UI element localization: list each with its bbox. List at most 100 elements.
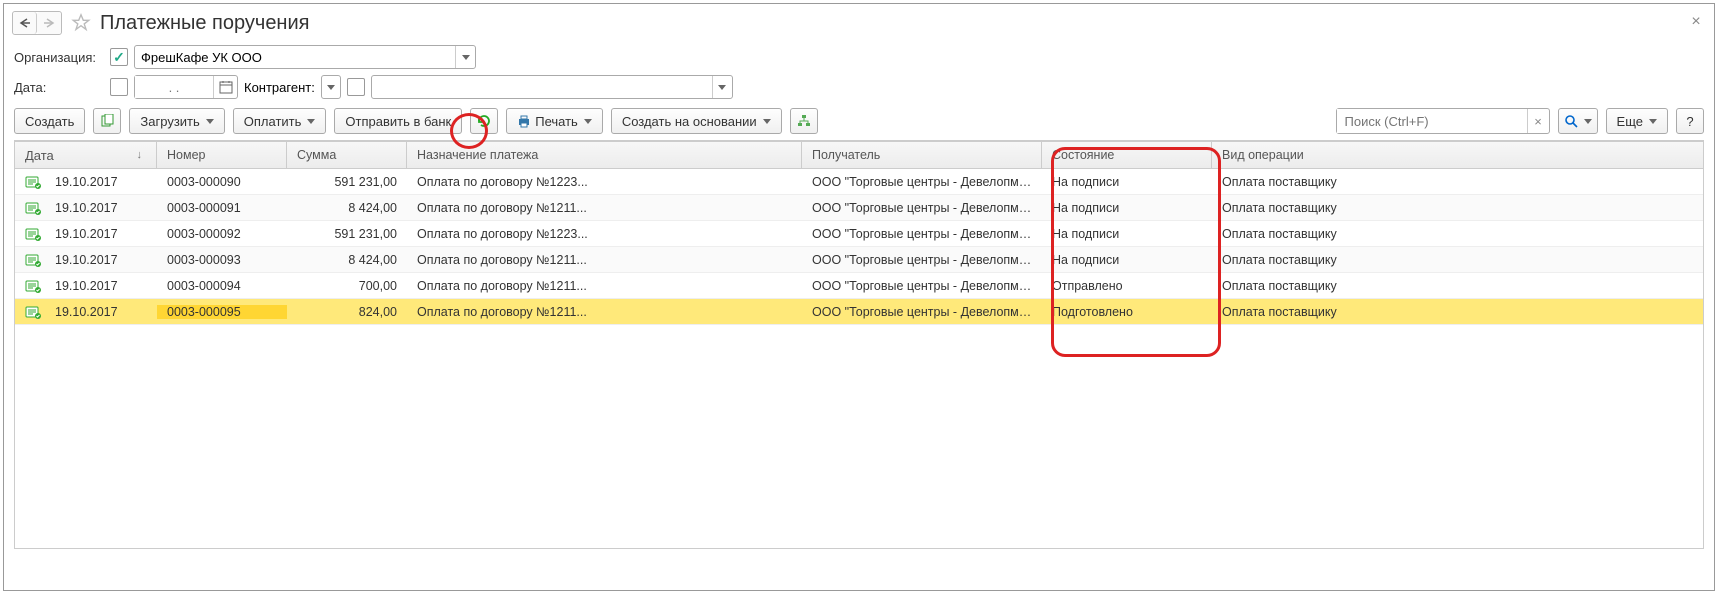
col-date[interactable]: Дата↓ [15, 142, 157, 168]
cell-desc: Оплата по договору №1211... [407, 253, 802, 267]
date-input-wrap [134, 75, 238, 99]
date-checkbox[interactable] [110, 78, 128, 96]
table-row[interactable]: 19.10.20170003-0000918 424,00Оплата по д… [15, 195, 1703, 221]
cell-op: Оплата поставщику [1212, 253, 1703, 267]
cell-state: На подписи [1042, 227, 1212, 241]
table-row[interactable]: 19.10.20170003-000092591 231,00Оплата по… [15, 221, 1703, 247]
create-based-label: Создать на основании [622, 114, 757, 129]
structure-button[interactable] [790, 108, 818, 134]
row-status-icon [15, 201, 45, 215]
print-button[interactable]: Печать [506, 108, 603, 134]
close-button[interactable]: × [1688, 14, 1704, 30]
cell-recv: ООО "Торговые центры - Девелопмент" [802, 279, 1042, 293]
nav-group [12, 11, 62, 35]
grid-header: Дата↓ Номер Сумма Назначение платежа Пол… [14, 141, 1704, 169]
row-status-icon [15, 175, 45, 189]
org-checkbox[interactable] [110, 48, 128, 66]
sort-down-icon: ↓ [137, 149, 143, 161]
cell-sum: 824,00 [287, 305, 407, 319]
org-input[interactable] [135, 46, 455, 68]
window: Платежные поручения × Организация: Дата:… [3, 3, 1715, 591]
create-label: Создать [25, 114, 74, 129]
load-label: Загрузить [140, 114, 199, 129]
search-clear[interactable]: × [1527, 109, 1549, 133]
table-row[interactable]: 19.10.20170003-000095824,00Оплата по дог… [15, 299, 1703, 325]
col-sum[interactable]: Сумма [287, 142, 407, 168]
cell-state: Подготовлено [1042, 305, 1212, 319]
contr-dropdown[interactable] [712, 76, 732, 98]
copy-button[interactable] [93, 108, 121, 134]
cell-date: 19.10.2017 [45, 253, 157, 267]
table-row[interactable]: 19.10.20170003-000090591 231,00Оплата по… [15, 169, 1703, 195]
cell-state: На подписи [1042, 253, 1212, 267]
cell-recv: ООО "Торговые центры - Девелопмент" [802, 201, 1042, 215]
contr-checkbox[interactable] [347, 78, 365, 96]
structure-icon [797, 114, 811, 128]
col-state[interactable]: Состояние [1042, 142, 1212, 168]
search-input[interactable] [1337, 109, 1527, 133]
cell-sum: 591 231,00 [287, 175, 407, 189]
refresh-icon [476, 113, 492, 129]
refresh-button[interactable] [470, 108, 498, 134]
row-status-icon [15, 279, 45, 293]
cell-sum: 8 424,00 [287, 253, 407, 267]
cell-date: 19.10.2017 [45, 305, 157, 319]
org-dropdown[interactable] [455, 46, 475, 68]
calendar-icon [219, 80, 233, 94]
cell-state: На подписи [1042, 201, 1212, 215]
send-bank-label: Отправить в банк [345, 114, 451, 129]
create-based-button[interactable]: Создать на основании [611, 108, 782, 134]
help-button[interactable]: ? [1676, 108, 1704, 134]
favorite-icon[interactable] [70, 12, 92, 34]
cell-recv: ООО "Торговые центры - Девелопмент" [802, 305, 1042, 319]
more-label: Еще [1617, 114, 1643, 129]
pay-label: Оплатить [244, 114, 302, 129]
cell-desc: Оплата по договору №1211... [407, 305, 802, 319]
send-bank-button[interactable]: Отправить в банк [334, 108, 462, 134]
cell-op: Оплата поставщику [1212, 279, 1703, 293]
more-button[interactable]: Еще [1606, 108, 1668, 134]
search-box: × [1336, 108, 1550, 134]
col-num[interactable]: Номер [157, 142, 287, 168]
forward-button[interactable] [37, 12, 61, 34]
contr-input[interactable] [372, 76, 712, 98]
search-icon [1564, 114, 1578, 128]
cell-state: Отправлено [1042, 279, 1212, 293]
grid-body[interactable]: 19.10.20170003-000090591 231,00Оплата по… [14, 169, 1704, 549]
arrow-right-icon [43, 18, 55, 28]
print-icon [517, 114, 531, 128]
titlebar: Платежные поручения × [4, 4, 1714, 42]
cell-desc: Оплата по договору №1211... [407, 201, 802, 215]
table-row[interactable]: 19.10.20170003-0000938 424,00Оплата по д… [15, 247, 1703, 273]
page-title: Платежные поручения [100, 12, 309, 35]
row-status-icon [15, 227, 45, 241]
cell-date: 19.10.2017 [45, 279, 157, 293]
load-button[interactable]: Загрузить [129, 108, 224, 134]
create-button[interactable]: Создать [14, 108, 85, 134]
table-row[interactable]: 19.10.20170003-000094700,00Оплата по дог… [15, 273, 1703, 299]
contr-combo[interactable] [371, 75, 733, 99]
cell-desc: Оплата по договору №1223... [407, 227, 802, 241]
cell-num: 0003-000090 [157, 175, 287, 189]
col-desc[interactable]: Назначение платежа [407, 142, 802, 168]
cell-date: 19.10.2017 [45, 227, 157, 241]
cell-num: 0003-000093 [157, 253, 287, 267]
cell-op: Оплата поставщику [1212, 201, 1703, 215]
cell-op: Оплата поставщику [1212, 305, 1703, 319]
col-op[interactable]: Вид операции [1212, 142, 1703, 168]
cell-recv: ООО "Торговые центры - Девелопмент" [802, 253, 1042, 267]
pay-button[interactable]: Оплатить [233, 108, 327, 134]
cell-sum: 8 424,00 [287, 201, 407, 215]
date-input[interactable] [135, 76, 213, 98]
row-status-icon [15, 253, 45, 267]
help-label: ? [1686, 114, 1693, 129]
search-button[interactable] [1558, 108, 1598, 134]
calendar-button[interactable] [213, 76, 237, 98]
back-button[interactable] [13, 12, 37, 34]
contr-type-dd[interactable] [321, 75, 341, 99]
contr-label: Контрагент: [244, 80, 315, 95]
org-combo[interactable] [134, 45, 476, 69]
col-recv[interactable]: Получатель [802, 142, 1042, 168]
cell-op: Оплата поставщику [1212, 175, 1703, 189]
filter-row-org: Организация: [4, 42, 1714, 72]
